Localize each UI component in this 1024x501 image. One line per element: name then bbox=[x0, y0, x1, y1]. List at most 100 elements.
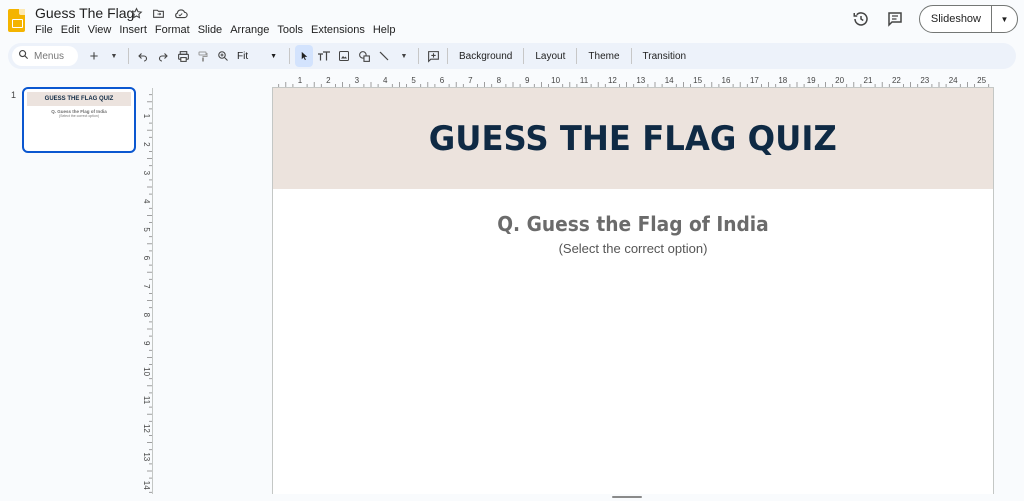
slideshow-dropdown-icon[interactable]: ▼ bbox=[991, 6, 1017, 32]
transition-button[interactable]: Transition bbox=[636, 51, 694, 62]
document-title[interactable]: Guess The Flag bbox=[35, 5, 134, 21]
menu-tools[interactable]: Tools bbox=[277, 24, 307, 36]
paint-format-icon[interactable] bbox=[194, 45, 212, 67]
toolbar-divider bbox=[289, 48, 290, 64]
vertical-ruler[interactable]: 1234567891011121314 bbox=[139, 88, 153, 494]
ruler-label: 12 bbox=[142, 424, 151, 433]
menu-view[interactable]: View bbox=[88, 24, 116, 36]
ruler-label: 4 bbox=[383, 76, 388, 85]
ruler-label: 14 bbox=[665, 76, 674, 85]
menu-help[interactable]: Help bbox=[373, 24, 400, 36]
slideshow-button[interactable]: Slideshow bbox=[920, 6, 991, 32]
ruler-label: 21 bbox=[864, 76, 873, 85]
ruler-label: 4 bbox=[142, 199, 151, 204]
zoom-icon[interactable] bbox=[214, 45, 232, 67]
move-folder-icon[interactable] bbox=[150, 5, 166, 21]
toolbar-divider bbox=[630, 48, 632, 64]
ruler-label: 19 bbox=[807, 76, 816, 85]
slide-title[interactable]: GUESS THE FLAG QUIZ bbox=[429, 119, 837, 159]
ruler-label: 7 bbox=[468, 76, 473, 85]
menu-file[interactable]: File bbox=[35, 24, 57, 36]
toolbar: + ▼ Fit ▼ ▼ Background Layout Theme bbox=[8, 43, 1016, 69]
ruler-label: 15 bbox=[693, 76, 702, 85]
ruler-label: 7 bbox=[142, 284, 151, 289]
ruler-label: 8 bbox=[497, 76, 502, 85]
new-slide-dropdown-icon[interactable]: ▼ bbox=[105, 45, 123, 67]
thumbnail-subtext: (Select the correct option) bbox=[58, 114, 100, 118]
ruler-label: 11 bbox=[142, 396, 151, 405]
horizontal-ruler[interactable]: 1 2 3 4 5 6 7 8 9 10 11 12 13 14 15 16 17 18 19 20 21 22 23 24 2… bbox=[272, 74, 994, 88]
slide-thumbnail[interactable]: GUESS THE FLAG QUIZ Q. Guess the Flag of… bbox=[22, 87, 136, 153]
menu-slide[interactable]: Slide bbox=[198, 24, 226, 36]
search-input[interactable] bbox=[34, 50, 74, 62]
ruler-label: 5 bbox=[411, 76, 416, 85]
zoom-value: Fit bbox=[237, 50, 249, 62]
ruler-label: 24 bbox=[949, 76, 958, 85]
menu-extensions[interactable]: Extensions bbox=[311, 24, 369, 36]
ruler-label: 16 bbox=[722, 76, 731, 85]
ruler-label: 13 bbox=[636, 76, 645, 85]
menu-edit[interactable]: Edit bbox=[61, 24, 84, 36]
select-tool-icon[interactable] bbox=[295, 45, 313, 67]
ruler-label: 9 bbox=[142, 341, 151, 346]
background-button[interactable]: Background bbox=[452, 51, 519, 62]
instruction-text[interactable]: (Select the correct option) bbox=[273, 241, 993, 256]
ruler-label: 13 bbox=[142, 452, 151, 461]
toolbar-divider bbox=[128, 48, 129, 64]
question-text[interactable]: Q. Guess the Flag of India bbox=[298, 212, 968, 236]
cloud-status-icon[interactable] bbox=[172, 5, 188, 21]
slides-logo-icon[interactable] bbox=[8, 9, 25, 32]
layout-button[interactable]: Layout bbox=[528, 51, 572, 62]
menu-arrange[interactable]: Arrange bbox=[230, 24, 273, 36]
ruler-label: 11 bbox=[580, 76, 589, 85]
search-icon bbox=[18, 47, 29, 65]
undo-icon[interactable] bbox=[134, 45, 152, 67]
zoom-dropdown-icon: ▼ bbox=[270, 52, 278, 60]
slide-canvas[interactable]: GUESS THE FLAG QUIZ Q. Guess the Flag of… bbox=[272, 88, 994, 494]
ruler-label: 10 bbox=[551, 76, 560, 85]
menu-insert[interactable]: Insert bbox=[119, 24, 151, 36]
ruler-label: 8 bbox=[142, 313, 151, 318]
zoom-select[interactable]: Fit ▼ bbox=[233, 51, 285, 62]
title-icons bbox=[128, 5, 188, 21]
new-slide-icon[interactable]: + bbox=[85, 45, 103, 67]
ruler-label: 25 bbox=[977, 76, 986, 85]
top-right-actions: Slideshow ▼ bbox=[851, 5, 1018, 33]
ruler-label: 18 bbox=[778, 76, 787, 85]
star-icon[interactable] bbox=[128, 5, 144, 21]
line-dropdown-icon[interactable]: ▼ bbox=[395, 45, 413, 67]
ruler-label: 22 bbox=[892, 76, 901, 85]
toolbar-divider bbox=[576, 48, 578, 64]
redo-icon[interactable] bbox=[154, 45, 172, 67]
ruler-label: 1 bbox=[142, 114, 151, 119]
ruler-label: 2 bbox=[326, 76, 331, 85]
add-comment-icon[interactable] bbox=[424, 45, 442, 67]
ruler-label: 23 bbox=[920, 76, 929, 85]
ruler-label: 12 bbox=[608, 76, 617, 85]
slide-header-band: GUESS THE FLAG QUIZ bbox=[273, 88, 993, 189]
text-box-icon[interactable] bbox=[315, 45, 333, 67]
toolbar-divider bbox=[523, 48, 525, 64]
shape-icon[interactable] bbox=[355, 45, 373, 67]
menu-format[interactable]: Format bbox=[155, 24, 194, 36]
line-icon[interactable] bbox=[375, 45, 393, 67]
menu-search bbox=[12, 46, 78, 66]
comments-icon[interactable] bbox=[885, 9, 905, 29]
ruler-label: 6 bbox=[142, 256, 151, 261]
ruler-label: 3 bbox=[142, 171, 151, 176]
theme-button[interactable]: Theme bbox=[581, 51, 626, 62]
ruler-label: 5 bbox=[142, 227, 151, 232]
ruler-label: 10 bbox=[142, 367, 151, 376]
menu-bar: File Edit View Insert Format Slide Arran… bbox=[35, 24, 403, 36]
scroll-handle[interactable] bbox=[612, 496, 642, 498]
ruler-label: 17 bbox=[750, 76, 759, 85]
print-icon[interactable] bbox=[174, 45, 192, 67]
ruler-label: 3 bbox=[355, 76, 360, 85]
slideshow-control: Slideshow ▼ bbox=[918, 5, 1018, 33]
toolbar-divider bbox=[447, 48, 448, 64]
version-history-icon[interactable] bbox=[851, 9, 871, 29]
ruler-label: 2 bbox=[142, 142, 151, 147]
insert-image-icon[interactable] bbox=[335, 45, 353, 67]
ruler-label: 20 bbox=[835, 76, 844, 85]
ruler-label: 14 bbox=[142, 481, 151, 490]
